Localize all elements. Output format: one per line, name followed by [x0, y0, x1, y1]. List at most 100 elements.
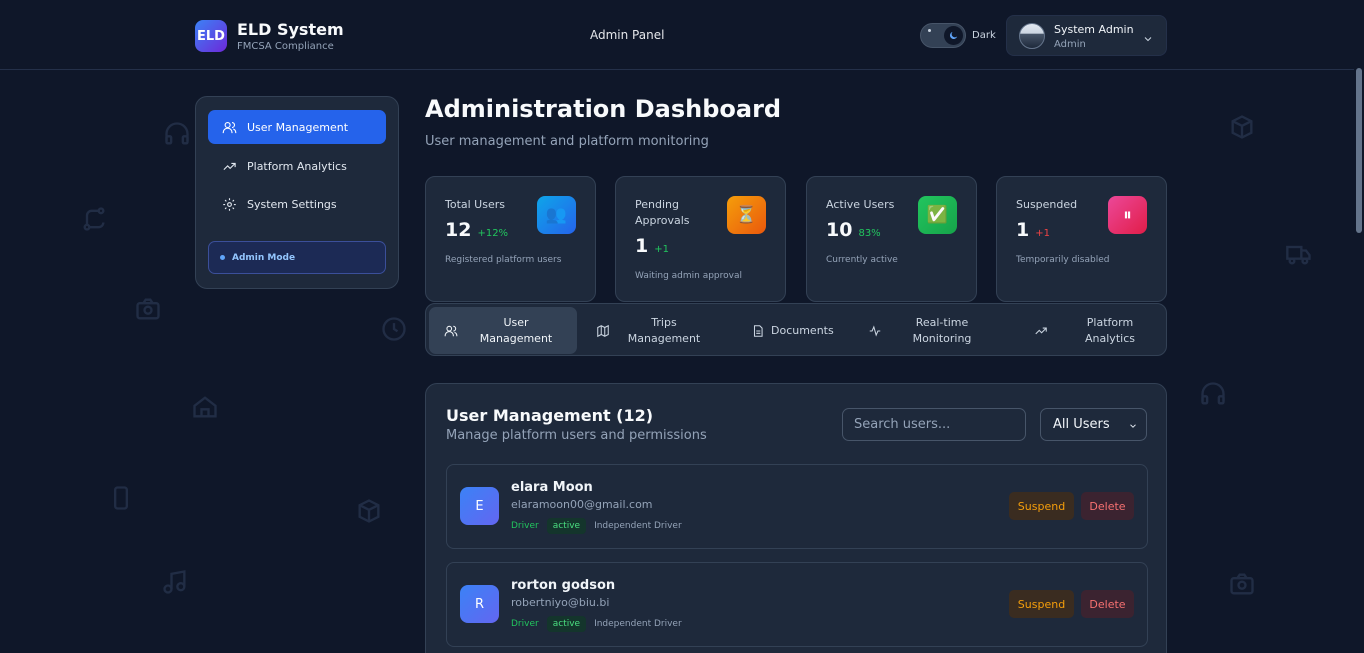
map-icon [597, 324, 609, 337]
delete-button[interactable]: Delete [1081, 590, 1134, 618]
search-input[interactable] [842, 408, 1026, 441]
headphones-bg-icon [163, 120, 191, 152]
user-tags: Driver active Independent Driver [511, 616, 682, 632]
user-row-name: rorton godson [511, 578, 616, 593]
user-filter-select[interactable]: All Users [1040, 408, 1147, 441]
user-name: System Admin [1054, 23, 1134, 36]
role-tag: Driver [511, 619, 539, 629]
stat-desc: Registered platform users [445, 255, 562, 265]
tab-platform-analytics[interactable]: Platform Analytics [1024, 307, 1164, 354]
camera-bg-icon [134, 295, 162, 327]
stat-number: 12 [445, 219, 472, 241]
tab-label: Platform Analytics [1085, 315, 1135, 345]
tab-label: User Management [479, 315, 553, 345]
delete-button[interactable]: Delete [1081, 492, 1134, 520]
user-menu[interactable]: System Admin Admin [1006, 15, 1167, 56]
activity-icon [869, 324, 881, 337]
stat-delta: +1 [1035, 228, 1050, 239]
tab-documents[interactable]: Documents [741, 307, 841, 354]
user-row: R rorton godson robertniyo@biu.bi Driver… [446, 562, 1148, 647]
user-row-email: elaramoon00@gmail.com [511, 498, 653, 511]
role-tag: Driver [511, 521, 539, 531]
theme-toggle[interactable] [920, 23, 966, 48]
check-icon: ✅ [918, 196, 957, 234]
sidebar-item-label: System Settings [247, 197, 337, 211]
tab-trips-management[interactable]: Trips Management [586, 307, 734, 354]
avatar [1019, 23, 1045, 49]
stat-desc: Currently active [826, 255, 898, 265]
page-subtitle: User management and platform monitoring [425, 134, 709, 149]
top-header: ELD ELD System FMCSA Compliance Admin Pa… [0, 0, 1364, 70]
page-title: Administration Dashboard [425, 95, 782, 123]
driver-type: Independent Driver [594, 521, 682, 531]
panel-subtitle: Manage platform users and permissions [446, 428, 707, 443]
clock-bg-icon [380, 315, 408, 347]
status-badge: active [546, 518, 587, 534]
stat-delta: +1 [654, 244, 669, 255]
user-role: Admin [1054, 39, 1086, 50]
tab-realtime-monitoring[interactable]: Real-time Monitoring [858, 307, 998, 354]
stat-desc: Waiting admin approval [635, 271, 742, 281]
app-logo[interactable]: ELD [195, 20, 227, 52]
stat-value: 12 +12% [445, 219, 508, 241]
box-bg-icon [355, 497, 383, 529]
stat-desc: Temporarily disabled [1016, 255, 1110, 265]
user-tags: Driver active Independent Driver [511, 518, 682, 534]
headphones-bg-icon-2 [1199, 380, 1227, 412]
chevron-down-icon [1130, 424, 1136, 428]
dashboard-tabs: User Management Trips Management Documen… [425, 303, 1167, 356]
stat-delta: 83% [858, 228, 881, 239]
pause-icon: ⏸ [1108, 196, 1147, 234]
stat-value: 10 83% [826, 219, 881, 241]
suspend-button[interactable]: Suspend [1009, 590, 1074, 618]
suspend-button[interactable]: Suspend [1009, 492, 1074, 520]
tab-label: Real-time Monitoring [912, 315, 972, 345]
stat-value: 1 +1 [1016, 219, 1050, 241]
admin-panel-label: Admin Panel [590, 28, 665, 42]
user-row-name: elara Moon [511, 480, 593, 495]
sidebar-item-label: User Management [247, 120, 349, 134]
stat-value: 1 +1 [635, 235, 669, 257]
stat-label: Active Users [826, 198, 895, 211]
stat-label: Total Users [445, 198, 505, 211]
status-badge: active [546, 616, 587, 632]
home-bg-icon [191, 393, 219, 425]
stat-number: 10 [826, 219, 853, 241]
sidebar-item-user-management[interactable]: User Management [208, 110, 386, 144]
stat-label: Suspended [1016, 198, 1078, 211]
theme-label: Dark [972, 30, 996, 41]
sidebar-item-system-settings[interactable]: System Settings [208, 187, 386, 221]
admin-mode-label: Admin Mode [232, 252, 296, 263]
driver-type: Independent Driver [594, 619, 682, 629]
stat-card-total-users: Total Users 12 +12% Registered platform u… [425, 176, 596, 302]
phone-bg-icon [107, 484, 135, 516]
users-icon [222, 121, 237, 133]
stat-card-pending-approvals: Pending Approvals 1 +1 Waiting admin appr… [615, 176, 786, 302]
chevron-down-icon [1142, 30, 1154, 49]
tab-user-management[interactable]: User Management [429, 307, 577, 354]
moon-icon [944, 26, 963, 45]
user-row: E elara Moon elaramoon00@gmail.com Drive… [446, 464, 1148, 549]
scrollbar-thumb[interactable] [1356, 68, 1362, 233]
sidebar: User Management Platform Analytics Syste… [195, 96, 399, 289]
panel-title: User Management (12) [446, 406, 654, 425]
stat-label: Pending Approvals [635, 198, 690, 227]
box-bg-icon-2 [1228, 113, 1256, 145]
user-avatar: E [460, 487, 499, 525]
stars-icon [928, 29, 931, 32]
music-bg-icon [161, 568, 189, 600]
trend-icon [1035, 327, 1047, 334]
camera-bg-icon-2 [1228, 570, 1256, 602]
user-management-panel: User Management (12) Manage platform use… [425, 383, 1167, 653]
page-scrollbar[interactable] [1354, 0, 1364, 653]
stat-number: 1 [635, 235, 649, 257]
user-avatar: R [460, 585, 499, 623]
hourglass-icon: ⏳ [727, 196, 766, 234]
user-row-email: robertniyo@biu.bi [511, 596, 610, 609]
users-emoji-icon: 👥 [537, 196, 576, 234]
sidebar-item-platform-analytics[interactable]: Platform Analytics [208, 149, 386, 183]
tab-label: Documents [771, 323, 834, 337]
brand-subtitle: FMCSA Compliance [237, 41, 334, 52]
filter-value: All Users [1053, 417, 1110, 432]
gear-icon [223, 197, 236, 211]
